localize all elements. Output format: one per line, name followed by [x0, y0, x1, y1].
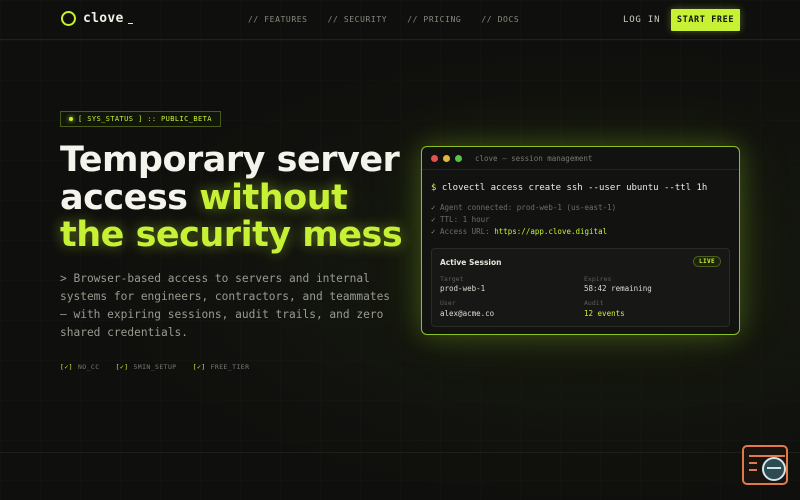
- pulse-dot-icon: [69, 117, 73, 121]
- top-navbar: clove // FEATURES // SECURITY // PRICING…: [0, 0, 800, 40]
- status-badge: [ SYS_STATUS ] :: PUBLIC_BETA: [60, 111, 221, 127]
- magnifier-lens: [762, 457, 786, 481]
- headline-line-1: Temporary server: [60, 140, 400, 180]
- start-free-button[interactable]: START FREE: [671, 9, 740, 31]
- terminal-output-line: ✓ Agent connected: prod-web-1 (us-east-1…: [431, 203, 616, 212]
- live-badge: LIVE: [692, 256, 721, 267]
- hero-description: > Browser-based access to servers and in…: [60, 272, 391, 339]
- check-free-tier: [✓] FREE_TIER: [193, 363, 250, 371]
- terminal-window: clove — session management $ clovectl ac…: [421, 146, 740, 335]
- nav-link-security[interactable]: // SECURITY: [328, 15, 388, 24]
- user-label: User: [440, 299, 456, 307]
- terminal-output-line: ✓ Access URL: https://app.clove.digital: [431, 227, 607, 236]
- output-text: TTL: 1 hour: [440, 215, 490, 224]
- minimize-dot-icon: [443, 154, 450, 162]
- checkbox-icon: [✓]: [60, 363, 73, 371]
- check-icon: ✓: [431, 203, 436, 212]
- user-value: alex@acme.co: [440, 309, 495, 318]
- check-5min-setup: [✓] 5MIN_SETUP: [116, 363, 177, 371]
- brand[interactable]: clove: [61, 11, 133, 26]
- check-icon: ✓: [431, 227, 436, 236]
- nav-links: // FEATURES // SECURITY // PRICING // DO…: [248, 15, 519, 24]
- check-label: NO_CC: [77, 363, 100, 371]
- expires-value: 58:42 remaining: [584, 284, 652, 293]
- output-text: Access URL:: [440, 227, 495, 236]
- login-link[interactable]: LOG IN: [623, 15, 660, 25]
- magnifier-bar: [767, 467, 781, 469]
- target-label: Target: [440, 275, 464, 283]
- terminal-command: $ clovectl access create ssh --user ubun…: [431, 183, 707, 193]
- check-icon: ✓: [431, 215, 436, 224]
- maximize-dot-icon: [455, 154, 462, 162]
- headline-line-2-plain: access: [60, 177, 200, 218]
- check-no-cc: [✓] NO_CC: [60, 363, 100, 371]
- brand-name: clove: [83, 11, 124, 26]
- terminal-output-line: ✓ TTL: 1 hour: [431, 215, 490, 224]
- headline-line-3-accent: the security mess: [60, 215, 403, 255]
- landing-page: clove // FEATURES // SECURITY // PRICING…: [0, 0, 800, 500]
- close-dot-icon: [431, 154, 438, 162]
- ring-logo-icon: [61, 11, 76, 26]
- widget-line: [749, 469, 757, 471]
- feature-checks: [✓] NO_CC [✓] 5MIN_SETUP [✓] FREE_TIER: [60, 363, 249, 371]
- access-url-link[interactable]: https://app.clove.digital: [494, 227, 607, 236]
- headline-line-2-accent: without: [199, 177, 348, 218]
- widget-line: [749, 455, 785, 457]
- cursor-underscore: [127, 22, 133, 24]
- check-label: FREE_TIER: [210, 363, 250, 371]
- expires-label: Expires: [584, 275, 612, 283]
- audit-value: 12 events: [584, 309, 625, 318]
- active-session-card: Active Session LIVE Target prod-web-1 Ex…: [431, 248, 730, 327]
- nav-link-pricing[interactable]: // PRICING: [407, 15, 461, 24]
- output-text: Agent connected: prod-web-1 (us-east-1): [440, 203, 617, 212]
- command-text: clovectl access create ssh --user ubuntu…: [441, 183, 708, 193]
- audit-label: Audit: [584, 299, 604, 307]
- status-text: [ SYS_STATUS ] :: PUBLIC_BETA: [78, 115, 212, 123]
- terminal-title: clove — session management: [475, 153, 593, 163]
- checkbox-icon: [✓]: [115, 363, 129, 371]
- nav-link-docs[interactable]: // DOCS: [481, 15, 519, 24]
- section-divider: [0, 452, 800, 453]
- nav-link-features[interactable]: // FEATURES: [248, 15, 308, 24]
- hero-headline: Temporary server access without the secu…: [60, 140, 420, 255]
- widget-line: [749, 462, 757, 464]
- prompt-symbol: $: [431, 183, 437, 193]
- terminal-titlebar: clove — session management: [422, 147, 739, 170]
- check-label: 5MIN_SETUP: [133, 363, 177, 371]
- target-value: prod-web-1: [440, 284, 486, 293]
- session-title: Active Session: [440, 258, 502, 267]
- checkbox-icon: [✓]: [192, 363, 206, 371]
- document-search-icon[interactable]: [742, 445, 790, 487]
